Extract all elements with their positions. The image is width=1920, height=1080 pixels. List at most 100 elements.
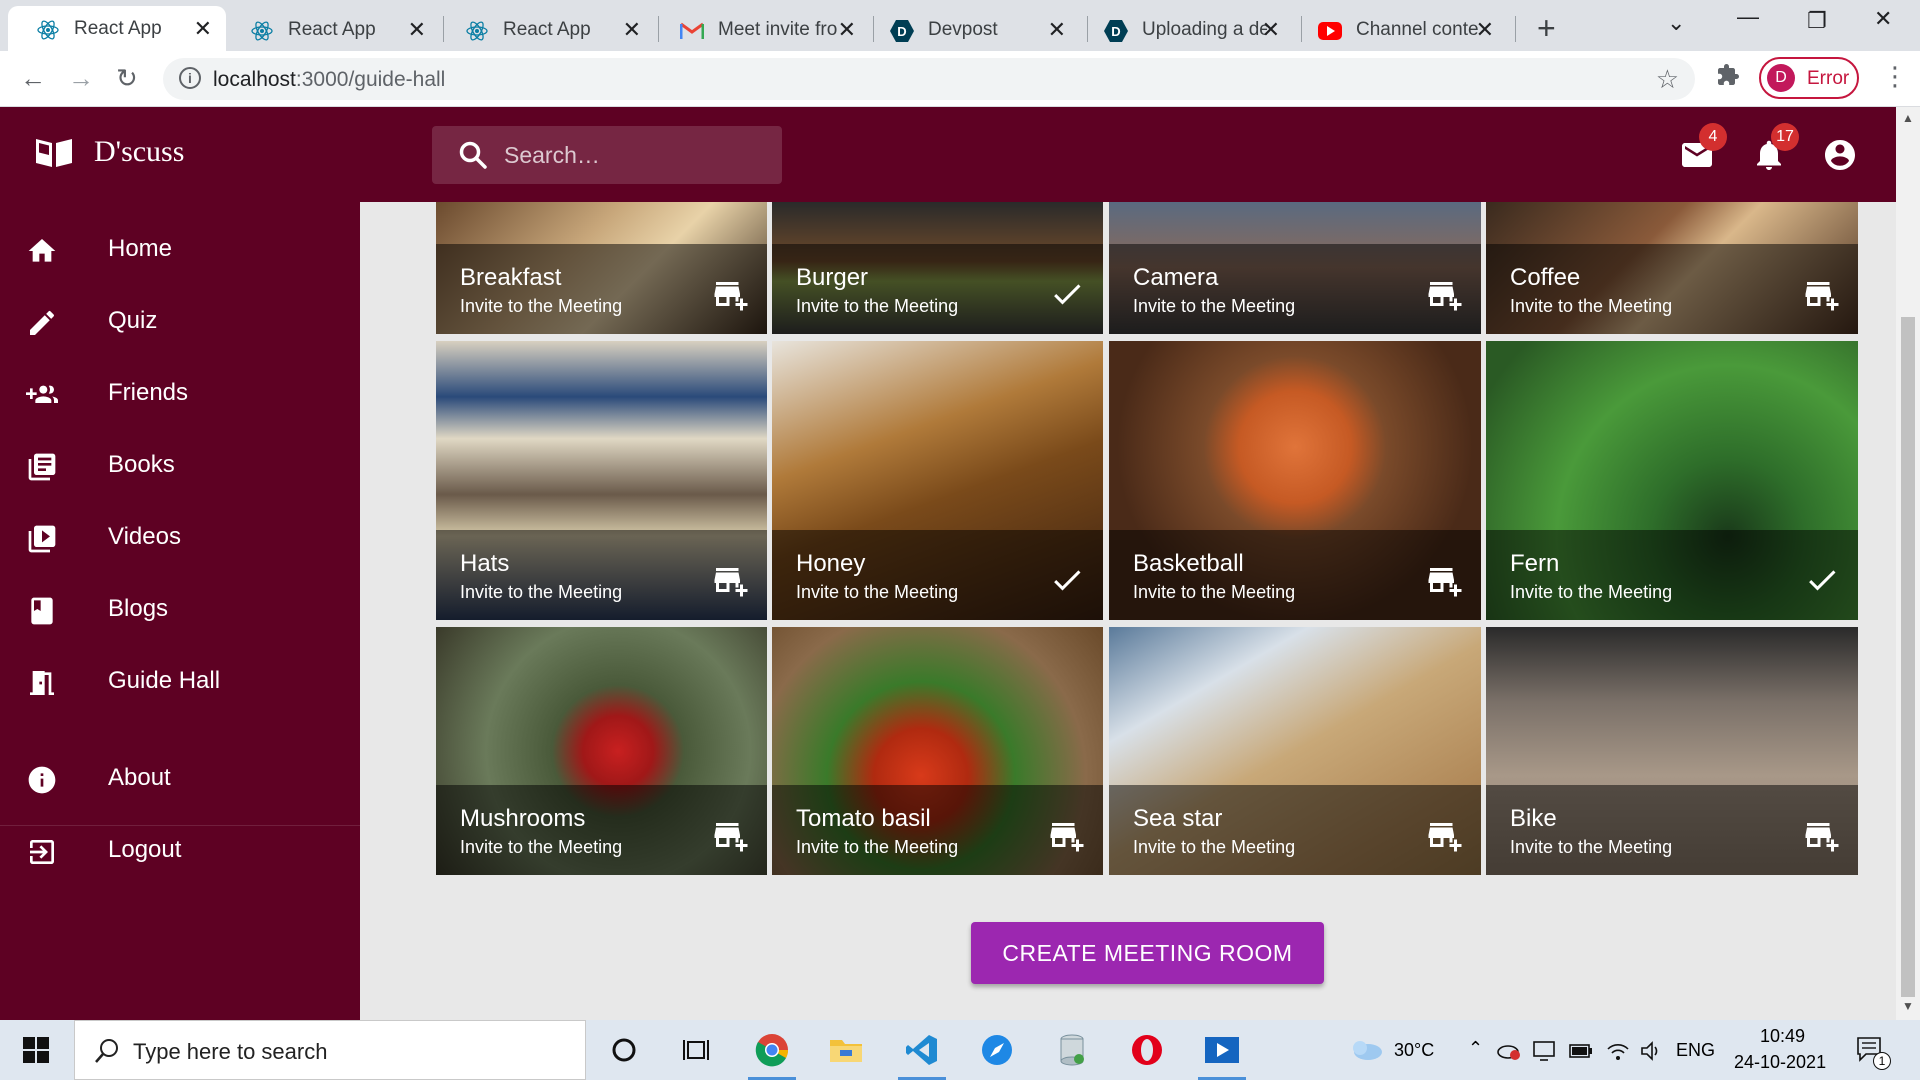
more-vert-icon[interactable]: ⋮ <box>1882 61 1908 92</box>
taskbar-app-safari[interactable] <box>973 1028 1021 1072</box>
tab-search-chevron-icon[interactable]: ⌄ <box>1667 10 1685 36</box>
site-info-icon[interactable]: i <box>179 67 201 89</box>
reload-icon[interactable]: ↻ <box>116 63 138 94</box>
image-tile-coffee[interactable]: Coffee Invite to the Meeting <box>1486 202 1858 334</box>
notifications-button[interactable]: 17 <box>1751 123 1799 173</box>
add-business-icon[interactable] <box>713 276 749 312</box>
browser-tab[interactable]: React App ✕ <box>8 6 226 51</box>
back-arrow-icon[interactable]: ← <box>20 63 46 94</box>
profile-button[interactable]: D Error <box>1759 57 1859 99</box>
add-business-icon[interactable] <box>1804 817 1840 853</box>
language-indicator[interactable]: ENG <box>1676 1040 1715 1061</box>
add-business-icon[interactable] <box>1427 562 1463 598</box>
image-tile-bike[interactable]: Bike Invite to the Meeting <box>1486 627 1858 875</box>
restore-icon[interactable]: ❐ <box>1807 8 1827 34</box>
react-icon <box>465 19 489 43</box>
account-button[interactable] <box>1822 137 1858 173</box>
taskbar-app-media-player[interactable] <box>1198 1028 1246 1080</box>
image-tile-mushrooms[interactable]: Mushrooms Invite to the Meeting <box>436 627 767 875</box>
check-icon[interactable] <box>1804 562 1840 598</box>
sidebar-item-home[interactable]: Home <box>0 219 360 279</box>
close-icon[interactable]: ✕ <box>623 17 641 43</box>
sidebar-item-label: About <box>108 764 171 791</box>
create-meeting-room-button[interactable]: CREATE MEETING ROOM <box>971 922 1324 984</box>
address-bar[interactable]: i localhost:3000/guide-hall ☆ <box>163 58 1695 100</box>
forward-arrow-icon[interactable]: → <box>68 63 94 94</box>
volume-icon[interactable] <box>1640 1040 1664 1062</box>
browser-tab[interactable]: Meet invite fro ✕ <box>652 7 870 51</box>
close-icon[interactable]: ✕ <box>194 16 212 42</box>
page-scrollbar[interactable]: ▲ ▼ <box>1896 107 1920 1020</box>
close-icon[interactable]: ✕ <box>838 17 856 43</box>
folder-icon <box>830 1040 862 1062</box>
image-tile-basketball[interactable]: Basketball Invite to the Meeting <box>1109 341 1481 620</box>
close-icon[interactable]: ✕ <box>1048 17 1066 43</box>
add-business-icon[interactable] <box>1427 817 1463 853</box>
tile-subtitle: Invite to the Meeting <box>1133 296 1296 316</box>
new-tab-plus-icon[interactable]: + <box>1537 10 1556 47</box>
browser-tab[interactable]: D Devpost ✕ <box>862 7 1080 51</box>
tray-overflow-chevron-icon[interactable]: ⌃ <box>1468 1038 1483 1059</box>
browser-tab[interactable]: React App ✕ <box>437 7 655 51</box>
taskbar-app-database[interactable] <box>1048 1028 1096 1072</box>
clock-time[interactable]: 10:49 <box>1760 1026 1805 1047</box>
search-box[interactable] <box>432 126 782 184</box>
close-icon[interactable]: ✕ <box>1262 17 1280 43</box>
sidebar-item-blogs[interactable]: Blogs <box>0 579 360 639</box>
brand[interactable]: D'scuss <box>34 135 184 169</box>
sidebar-item-books[interactable]: Books <box>0 435 360 495</box>
extensions-puzzle-icon[interactable] <box>1716 63 1740 94</box>
cortana-button[interactable] <box>600 1028 648 1072</box>
taskbar-app-file-explorer[interactable] <box>822 1028 870 1072</box>
sidebar-item-about[interactable]: About <box>0 748 360 808</box>
battery-icon[interactable] <box>1568 1040 1594 1062</box>
onedrive-error-icon[interactable] <box>1496 1040 1522 1062</box>
sidebar-item-logout[interactable]: Logout <box>0 820 360 880</box>
scroll-down-arrow-icon[interactable]: ▼ <box>1902 999 1914 1013</box>
minimize-icon[interactable]: — <box>1737 4 1759 30</box>
book-icon <box>31 597 53 625</box>
wifi-icon[interactable] <box>1606 1040 1630 1062</box>
clock-date[interactable]: 24-10-2021 <box>1734 1052 1826 1073</box>
start-button[interactable] <box>12 1028 60 1072</box>
add-business-icon[interactable] <box>1049 817 1085 853</box>
close-icon[interactable]: ✕ <box>408 17 426 43</box>
sidebar-item-friends[interactable]: Friends <box>0 363 360 423</box>
add-business-icon[interactable] <box>1804 276 1840 312</box>
add-business-icon[interactable] <box>713 817 749 853</box>
add-business-icon[interactable] <box>1427 276 1463 312</box>
window-close-icon[interactable]: ✕ <box>1874 6 1892 32</box>
pencil-icon <box>30 310 55 335</box>
image-tile-sea-star[interactable]: Sea star Invite to the Meeting <box>1109 627 1481 875</box>
add-business-icon[interactable] <box>713 562 749 598</box>
image-tile-hats[interactable]: Hats Invite to the Meeting <box>436 341 767 620</box>
check-icon[interactable] <box>1049 276 1085 312</box>
tile-title: Fern <box>1510 550 1560 577</box>
close-icon[interactable]: ✕ <box>1476 17 1494 43</box>
bookmark-star-icon[interactable]: ☆ <box>1656 64 1679 95</box>
taskbar-app-chrome[interactable] <box>748 1028 796 1080</box>
scroll-up-arrow-icon[interactable]: ▲ <box>1902 111 1914 125</box>
display-icon[interactable] <box>1532 1040 1556 1062</box>
image-tile-camera[interactable]: Camera Invite to the Meeting <box>1109 202 1481 334</box>
sidebar-item-videos[interactable]: Videos <box>0 507 360 567</box>
browser-tab[interactable]: D Uploading a de ✕ <box>1076 7 1294 51</box>
image-tile-honey[interactable]: Honey Invite to the Meeting <box>772 341 1103 620</box>
sidebar-item-quiz[interactable]: Quiz <box>0 291 360 351</box>
browser-tab[interactable]: React App ✕ <box>222 7 440 51</box>
taskbar-app-opera[interactable] <box>1123 1028 1171 1072</box>
search-input[interactable] <box>504 135 764 175</box>
mail-button[interactable]: 4 <box>1679 123 1727 173</box>
image-tile-breakfast[interactable]: Breakfast Invite to the Meeting <box>436 202 767 334</box>
browser-tab[interactable]: Channel conte ✕ <box>1290 7 1508 51</box>
taskbar-app-vscode[interactable] <box>898 1028 946 1080</box>
check-icon[interactable] <box>1049 562 1085 598</box>
scrollbar-thumb[interactable] <box>1901 317 1915 997</box>
image-tile-burger[interactable]: Burger Invite to the Meeting <box>772 202 1103 334</box>
task-view-button[interactable] <box>672 1028 720 1072</box>
weather-temperature[interactable]: 30°C <box>1394 1040 1434 1061</box>
sidebar-item-guide-hall[interactable]: Guide Hall <box>0 651 360 711</box>
image-tile-fern[interactable]: Fern Invite to the Meeting <box>1486 341 1858 620</box>
image-tile-tomato-basil[interactable]: Tomato basil Invite to the Meeting <box>772 627 1103 875</box>
taskbar-search[interactable]: Type here to search <box>74 1020 586 1080</box>
